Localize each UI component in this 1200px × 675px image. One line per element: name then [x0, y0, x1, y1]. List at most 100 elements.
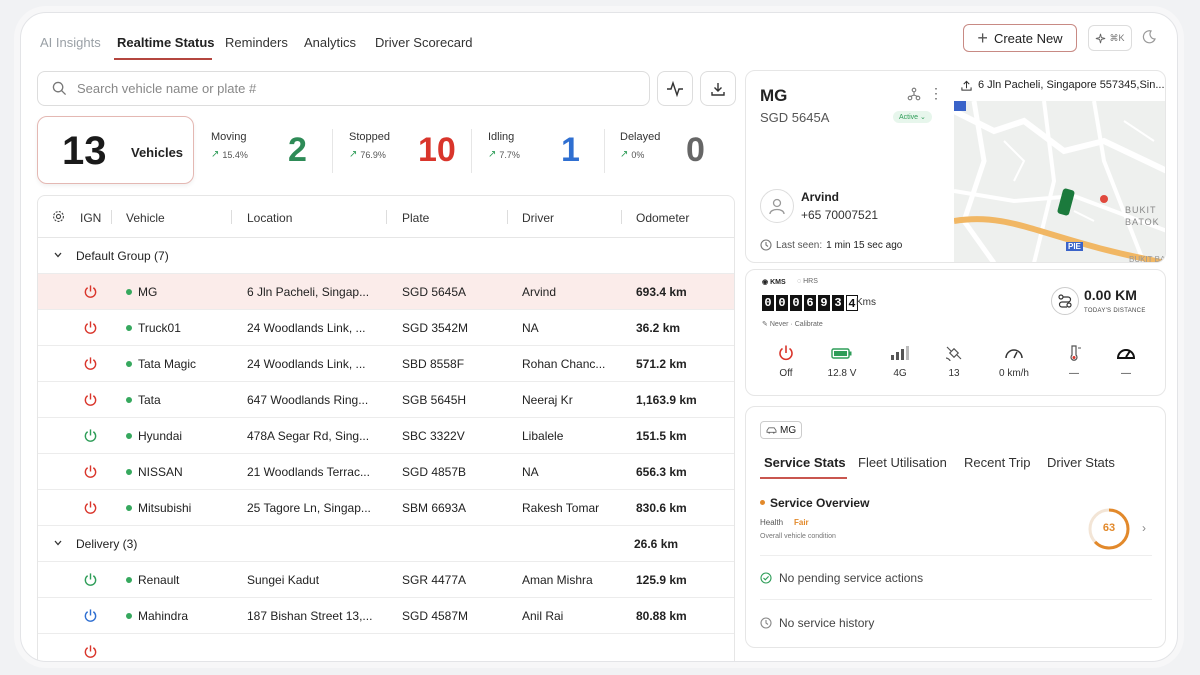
search-input[interactable]	[77, 81, 597, 96]
command-palette-button[interactable]: ⌘K	[1088, 25, 1132, 51]
unit-toggle-kms[interactable]: ◉ KMS	[762, 278, 786, 286]
vehicle-name: Tata Magic	[138, 357, 197, 371]
tab-analytics[interactable]: Analytics	[304, 35, 356, 50]
sensor-ignition: Off	[756, 344, 816, 379]
table-row[interactable]: Renault Sungei Kadut SGR 4477A Aman Mish…	[38, 562, 734, 598]
column-divider	[386, 210, 387, 224]
tab-reminders[interactable]: Reminders	[225, 35, 288, 50]
route-icon	[1058, 294, 1072, 308]
vehicle-name: MG	[138, 285, 158, 299]
table-row[interactable]: Mitsubishi 25 Tagore Ln, Singap... SBM 6…	[38, 490, 734, 526]
create-new-button[interactable]: + Create New	[963, 24, 1077, 52]
moon-icon[interactable]	[1141, 29, 1157, 45]
tab-recent-trip[interactable]: Recent Trip	[964, 455, 1030, 470]
odometer-digit: 3	[832, 295, 844, 311]
group-odometer: 26.6 km	[634, 537, 679, 551]
more-options-icon[interactable]: ⋮	[929, 85, 943, 102]
vehicle-cell: Mahindra	[126, 609, 188, 623]
online-status-dot	[126, 504, 132, 511]
column-header-odometer[interactable]: Odometer	[636, 211, 689, 225]
stat-delayed[interactable]: Delayed ↗ 0%	[620, 131, 660, 160]
column-header-location[interactable]: Location	[247, 211, 292, 225]
upload-icon	[961, 80, 972, 91]
calibrate-row[interactable]: ✎ Never · Calibrate	[762, 320, 823, 328]
location-map[interactable]: PIE BUKIT BATOK BUKIT BA	[954, 101, 1165, 262]
column-header-driver[interactable]: Driver	[522, 211, 554, 225]
stat-delayed-value: 0	[686, 131, 705, 169]
check-circle-icon	[760, 572, 772, 584]
tab-service-stats[interactable]: Service Stats	[764, 455, 846, 470]
driver-cell: Rohan Chanc...	[522, 357, 606, 371]
online-status-dot	[126, 360, 132, 367]
column-divider	[507, 210, 508, 224]
share-network-icon[interactable]	[907, 87, 921, 101]
map-graphic	[954, 101, 1165, 262]
stat-idling[interactable]: Idling ↗ 7.7%	[488, 131, 520, 160]
tab-fleet-utilisation[interactable]: Fleet Utilisation	[858, 455, 947, 470]
driver-cell: NA	[522, 465, 539, 479]
chevron-right-icon[interactable]: ›	[1142, 521, 1146, 535]
table-row[interactable]: Tata 647 Woodlands Ring... SGB 5645H Nee…	[38, 382, 734, 418]
odometer-cell: 571.2 km	[636, 357, 687, 371]
stat-delayed-label: Delayed	[620, 131, 661, 143]
table-row[interactable]: Truck01 24 Woodlands Link, ... SGD 3542M…	[38, 310, 734, 346]
pending-service-text: No pending service actions	[779, 571, 924, 585]
odometer-cell: 830.6 km	[636, 501, 687, 515]
unit-toggle-hrs[interactable]: ◌ HRS	[797, 278, 818, 285]
column-header-vehicle[interactable]: Vehicle	[126, 211, 165, 225]
vehicle-plate: SGD 5645A	[760, 110, 830, 125]
divider	[760, 599, 1152, 600]
vehicle-chip[interactable]: MG	[760, 421, 803, 439]
tab-ai-insights[interactable]: AI Insights	[40, 35, 101, 50]
download-button[interactable]	[700, 71, 736, 106]
group-row-default[interactable]: Default Group (7)	[38, 238, 734, 274]
vehicle-address[interactable]: 6 Jln Pacheli, Singapore 557345,Sin...	[961, 79, 1165, 91]
app-window: AI Insights Realtime Status Reminders An…	[20, 12, 1178, 662]
group-row-delivery[interactable]: Delivery (3) 26.6 km	[38, 526, 734, 562]
settings-icon[interactable]	[52, 210, 65, 223]
table-row[interactable]: MG 6 Jln Pacheli, Singap... SGD 5645A Ar…	[38, 274, 734, 310]
location-cell: 25 Tagore Ln, Singap...	[247, 501, 371, 515]
vehicle-name: Truck01	[138, 321, 181, 335]
download-icon	[711, 82, 725, 96]
today-distance-label: TODAY'S DISTANCE	[1084, 308, 1146, 314]
table-row[interactable]: Tata Magic 24 Woodlands Link, ... SBD 85…	[38, 346, 734, 382]
table-row[interactable]: Hyundai 478A Segar Rd, Sing... SBC 3322V…	[38, 418, 734, 454]
stat-stopped[interactable]: Stopped ↗ 76.9%	[349, 131, 390, 160]
plus-icon: +	[977, 28, 988, 48]
column-header-plate[interactable]: Plate	[402, 211, 429, 225]
tab-realtime-status[interactable]: Realtime Status	[117, 35, 215, 50]
chip-label: MG	[780, 424, 797, 436]
search-bar	[37, 71, 650, 106]
stat-idling-label: Idling	[488, 131, 515, 143]
table-row-partial[interactable]	[38, 634, 734, 661]
location-cell: 24 Woodlands Link, ...	[247, 357, 366, 371]
pending-service-row[interactable]: No pending service actions	[760, 571, 923, 585]
create-new-label: Create New	[993, 30, 1063, 46]
online-status-dot	[126, 432, 132, 439]
service-history-row[interactable]: No service history	[760, 616, 874, 630]
driver-cell: Rakesh Tomar	[522, 501, 600, 515]
ignition-idle-icon	[84, 609, 97, 622]
column-header-ign[interactable]: IGN	[80, 211, 101, 225]
activity-button[interactable]	[657, 71, 693, 106]
odometer-digit: 6	[804, 295, 816, 311]
chevron-down-icon[interactable]	[53, 538, 63, 548]
group-label: Default Group (7)	[76, 249, 169, 263]
location-cell: 478A Segar Rd, Sing...	[247, 429, 370, 443]
ignition-off-icon	[84, 321, 97, 334]
calibrate-never: Never	[769, 321, 789, 328]
chevron-down-icon[interactable]	[53, 250, 63, 260]
status-badge[interactable]: Active ⌄	[893, 111, 932, 123]
table-row[interactable]: Mahindra 187 Bishan Street 13,... SGD 45…	[38, 598, 734, 634]
stat-moving[interactable]: Moving ↗ 15.4%	[211, 131, 248, 160]
sensor-temperature: —	[1044, 344, 1104, 379]
tab-driver-scorecard[interactable]: Driver Scorecard	[375, 35, 473, 50]
total-vehicles-card[interactable]: 13 Vehicles	[37, 116, 194, 184]
driver-phone[interactable]: +65 70007521	[801, 208, 878, 222]
online-status-dot	[126, 612, 132, 619]
table-row[interactable]: NISSAN 21 Woodlands Terrac... SGD 4857B …	[38, 454, 734, 490]
tab-driver-stats[interactable]: Driver Stats	[1047, 455, 1115, 470]
odometer-cell: 36.2 km	[636, 321, 681, 335]
search-icon	[52, 81, 67, 96]
